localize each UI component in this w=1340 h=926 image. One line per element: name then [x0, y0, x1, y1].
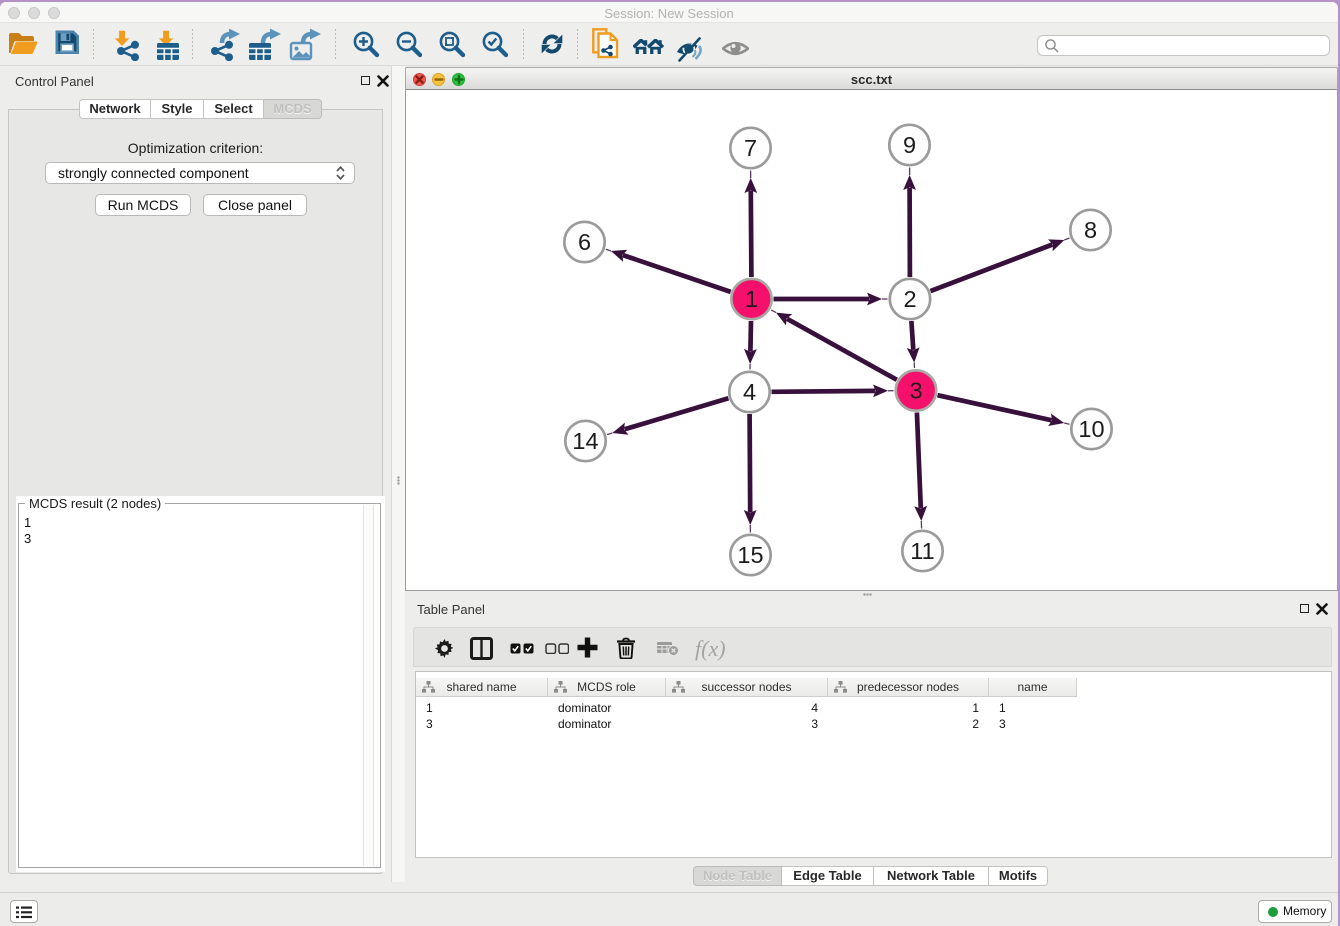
svg-text:8: 8: [1084, 217, 1097, 243]
svg-text:11: 11: [910, 538, 934, 564]
svg-text:2: 2: [903, 286, 916, 312]
svg-text:6: 6: [578, 229, 591, 255]
svg-text:15: 15: [737, 542, 763, 568]
svg-text:9: 9: [903, 132, 916, 158]
svg-text:1: 1: [745, 286, 758, 312]
svg-text:3: 3: [909, 378, 922, 404]
svg-text:4: 4: [743, 379, 756, 405]
svg-text:10: 10: [1078, 416, 1104, 442]
svg-text:7: 7: [744, 135, 757, 161]
svg-text:14: 14: [572, 428, 598, 454]
